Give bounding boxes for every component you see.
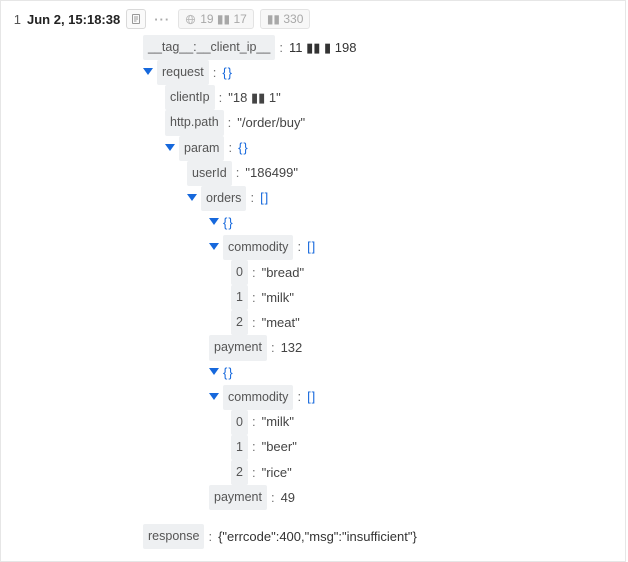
json-value: 186499 — [245, 161, 298, 185]
json-value: rice — [262, 461, 292, 485]
json-index[interactable]: 1 — [231, 285, 248, 310]
array-item-row: 0: milk — [143, 410, 615, 435]
collapse-toggle[interactable] — [165, 145, 179, 152]
brace-icon: {} — [238, 136, 249, 160]
chevron-down-icon — [209, 368, 219, 375]
array-item-row: 1: milk — [143, 285, 615, 310]
json-key[interactable]: payment — [209, 485, 267, 510]
timestamp: Jun 2, 15:18:38 — [27, 12, 120, 27]
brace-icon: {} — [222, 61, 233, 85]
json-value: {"errcode":400,"msg":"insufficient"} — [218, 525, 417, 549]
json-index[interactable]: 0 — [231, 410, 248, 435]
bracket-icon: [] — [307, 385, 316, 409]
pill-text: 19 ▮▮ 17 — [200, 12, 247, 26]
payment-row: payment: 49 — [143, 485, 615, 510]
array-item-row: 2: meat — [143, 310, 615, 335]
collapse-toggle[interactable] — [209, 369, 223, 376]
json-value: 49 — [281, 486, 295, 510]
array-item-row: 1: beer — [143, 435, 615, 460]
row-number: 1 — [7, 12, 21, 27]
brace-icon: {} — [223, 361, 234, 385]
json-value: "18 ▮▮ 1" — [228, 86, 280, 110]
tag-value: 11 ▮▮ ▮ 198 — [289, 36, 357, 60]
commodity-row: commodity : [] — [143, 385, 615, 410]
brace-icon: {} — [223, 211, 234, 235]
bracket-icon: [] — [307, 235, 316, 259]
chevron-down-icon — [143, 68, 153, 75]
request-row: request : {} — [143, 60, 615, 85]
array-item-row: 2: rice — [143, 460, 615, 485]
json-value: bread — [262, 261, 305, 285]
json-key[interactable]: orders — [201, 186, 246, 211]
json-value: 132 — [281, 336, 303, 360]
chevron-down-icon — [165, 144, 175, 151]
log-header: 1 Jun 2, 15:18:38 ··· 19 ▮▮ 17 ▮▮ 330 — [7, 7, 615, 35]
json-key[interactable]: clientIp — [165, 85, 215, 110]
log-body: __tag__:__client_ip__ : 11 ▮▮ ▮ 198 requ… — [7, 35, 615, 549]
json-value: beer — [262, 435, 297, 459]
json-key[interactable]: http.path — [165, 110, 224, 135]
json-key[interactable]: commodity — [223, 235, 293, 260]
json-key[interactable]: commodity — [223, 385, 293, 410]
globe-icon — [185, 14, 196, 25]
order-item-row: {} — [143, 211, 615, 235]
commodity-row: commodity : [] — [143, 235, 615, 260]
pill-text: ▮▮ 330 — [267, 12, 304, 26]
log-panel: 1 Jun 2, 15:18:38 ··· 19 ▮▮ 17 ▮▮ 330 __… — [0, 0, 626, 562]
tag-row: __tag__:__client_ip__ : 11 ▮▮ ▮ 198 — [143, 35, 615, 60]
json-index[interactable]: 2 — [231, 310, 248, 335]
collapse-toggle[interactable] — [143, 69, 157, 76]
collapse-toggle[interactable] — [209, 244, 223, 251]
httppath-row: http.path : /order/buy — [143, 110, 615, 135]
clientip-row: clientIp : "18 ▮▮ 1" — [143, 85, 615, 110]
userid-row: userId : 186499 — [143, 161, 615, 186]
collapse-toggle[interactable] — [187, 195, 201, 202]
json-value: meat — [262, 311, 300, 335]
param-row: param : {} — [143, 136, 615, 161]
document-icon[interactable] — [126, 9, 146, 29]
orders-row: orders : [] — [143, 186, 615, 211]
json-value: milk — [262, 286, 294, 310]
json-index[interactable]: 1 — [231, 435, 248, 460]
bracket-icon: [] — [260, 186, 269, 210]
tag-key[interactable]: __tag__:__client_ip__ — [143, 35, 275, 60]
chevron-down-icon — [209, 218, 219, 225]
collapse-toggle[interactable] — [209, 219, 223, 226]
json-index[interactable]: 0 — [231, 260, 248, 285]
json-value: milk — [262, 410, 294, 434]
order-item-row: {} — [143, 361, 615, 385]
json-value: /order/buy — [237, 111, 305, 135]
json-key[interactable]: response — [143, 524, 204, 549]
collapse-toggle[interactable] — [209, 394, 223, 401]
more-icon[interactable]: ··· — [152, 12, 172, 27]
header-ip-pill-2[interactable]: ▮▮ 330 — [260, 9, 311, 29]
chevron-down-icon — [209, 243, 219, 250]
json-key[interactable]: userId — [187, 161, 232, 186]
payment-row: payment: 132 — [143, 335, 615, 360]
chevron-down-icon — [187, 194, 197, 201]
header-ip-pill-1[interactable]: 19 ▮▮ 17 — [178, 9, 254, 29]
json-key[interactable]: param — [179, 136, 224, 161]
json-key[interactable]: payment — [209, 335, 267, 360]
json-index[interactable]: 2 — [231, 460, 248, 485]
array-item-row: 0: bread — [143, 260, 615, 285]
response-row: response : {"errcode":400,"msg":"insuffi… — [143, 524, 615, 549]
json-key[interactable]: request — [157, 60, 209, 85]
chevron-down-icon — [209, 393, 219, 400]
